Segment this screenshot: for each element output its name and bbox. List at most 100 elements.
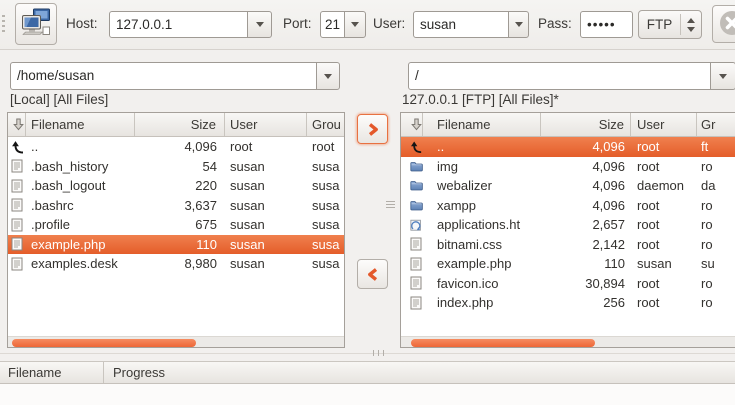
file-row[interactable]: favicon.ico30,894rootro bbox=[401, 274, 735, 294]
html-file-icon bbox=[401, 218, 423, 232]
local-status-label: [Local] [All Files] bbox=[10, 92, 108, 107]
port-label: Port: bbox=[283, 16, 312, 31]
user-column-header[interactable]: User bbox=[225, 113, 307, 136]
transfer-filename-column-header[interactable]: Filename bbox=[0, 362, 104, 383]
file-user: root bbox=[631, 139, 697, 154]
transfer-right-button[interactable] bbox=[357, 114, 388, 144]
user-column-header[interactable]: User bbox=[631, 113, 697, 136]
folder-icon bbox=[401, 160, 423, 173]
file-group: su bbox=[697, 256, 735, 271]
file-icon bbox=[8, 179, 26, 193]
file-size: 4,096 bbox=[541, 178, 631, 193]
file-size: 3,637 bbox=[135, 198, 225, 213]
remote-file-table: Filename Size User Gr ..4,096rootftimg4,… bbox=[400, 112, 735, 348]
group-column-header[interactable]: Gr bbox=[697, 113, 735, 136]
file-row[interactable]: xampp4,096rootro bbox=[401, 196, 735, 216]
sort-column-header[interactable] bbox=[401, 113, 423, 136]
chevron-down-icon bbox=[515, 22, 523, 31]
filename-column-header[interactable]: Filename bbox=[26, 113, 135, 136]
file-row[interactable]: ..4,096rootroot bbox=[8, 137, 344, 157]
file-group: ro bbox=[697, 198, 735, 213]
transfer-splitter-handle[interactable] bbox=[371, 350, 386, 356]
chevron-down-icon bbox=[351, 22, 359, 31]
local-path-dropdown-button[interactable] bbox=[316, 62, 340, 90]
file-row[interactable]: example.php110susansusa bbox=[8, 235, 344, 255]
remote-hscrollbar[interactable] bbox=[401, 336, 735, 347]
pane-splitter-handle[interactable] bbox=[386, 199, 395, 210]
file-row[interactable]: index.php256rootro bbox=[401, 293, 735, 313]
file-name: bitnami.css bbox=[423, 237, 541, 252]
chevron-right-icon bbox=[366, 122, 380, 137]
file-user: root bbox=[631, 237, 697, 252]
host-label: Host: bbox=[66, 16, 98, 31]
file-name: .bashrc bbox=[26, 198, 135, 213]
file-name: .. bbox=[423, 139, 541, 154]
file-group: susa bbox=[307, 256, 344, 271]
group-column-header[interactable]: Grou bbox=[307, 113, 344, 136]
host-dropdown-button[interactable] bbox=[247, 11, 272, 38]
protocol-selector[interactable]: FTP bbox=[638, 10, 702, 39]
pass-label: Pass: bbox=[538, 16, 572, 31]
file-size: 30,894 bbox=[541, 276, 631, 291]
spin-down-icon bbox=[687, 27, 695, 36]
transfer-left-button[interactable] bbox=[357, 259, 388, 289]
file-size: 4,096 bbox=[541, 139, 631, 154]
local-hscrollbar[interactable] bbox=[8, 336, 344, 347]
local-table-header: Filename Size User Grou bbox=[8, 113, 344, 137]
port-input[interactable]: 21 bbox=[320, 11, 345, 38]
transfer-progress-column-header[interactable]: Progress bbox=[104, 362, 165, 383]
user-input[interactable]: susan bbox=[413, 11, 509, 38]
sort-arrow-icon bbox=[411, 118, 422, 131]
user-label: User: bbox=[373, 16, 405, 31]
file-row[interactable]: .profile675susansusa bbox=[8, 215, 344, 235]
file-row[interactable]: example.php110susansu bbox=[401, 254, 735, 274]
file-name: index.php bbox=[423, 295, 541, 310]
file-name: example.php bbox=[423, 256, 541, 271]
filename-column-header[interactable]: Filename bbox=[423, 113, 541, 136]
user-dropdown-button[interactable] bbox=[508, 11, 529, 38]
spin-up-icon bbox=[687, 14, 695, 23]
remote-hscrollbar-thumb[interactable] bbox=[411, 339, 595, 347]
chevron-down-icon bbox=[324, 74, 332, 83]
file-name: webalizer bbox=[423, 178, 541, 193]
file-name: examples.desk bbox=[26, 256, 135, 271]
spinner-arrows[interactable] bbox=[681, 11, 701, 38]
horizontal-divider bbox=[0, 353, 735, 354]
file-row[interactable]: webalizer4,096daemonda bbox=[401, 176, 735, 196]
file-size: 8,980 bbox=[135, 256, 225, 271]
size-column-header[interactable]: Size bbox=[135, 113, 225, 136]
file-group: susa bbox=[307, 217, 344, 232]
size-column-header[interactable]: Size bbox=[541, 113, 631, 136]
file-row[interactable]: .bashrc3,637susansusa bbox=[8, 196, 344, 216]
file-group: da bbox=[697, 178, 735, 193]
chevron-left-icon bbox=[366, 267, 380, 282]
port-dropdown-button[interactable] bbox=[344, 11, 366, 38]
host-input[interactable]: 127.0.0.1 bbox=[109, 11, 248, 38]
local-file-table: Filename Size User Grou ..4,096rootroot.… bbox=[7, 112, 345, 348]
file-size: 4,096 bbox=[135, 139, 225, 154]
toolbar-grip[interactable] bbox=[2, 15, 5, 35]
file-row[interactable]: img4,096rootro bbox=[401, 157, 735, 177]
file-row[interactable]: ..4,096rootft bbox=[401, 137, 735, 157]
password-input[interactable]: ••••• bbox=[580, 11, 633, 38]
local-path-combo: /home/susan bbox=[10, 62, 340, 90]
remote-path-input[interactable]: / bbox=[408, 62, 711, 90]
connect-button[interactable] bbox=[15, 3, 57, 45]
remote-path-dropdown-button[interactable] bbox=[710, 62, 735, 90]
parent-icon bbox=[401, 140, 423, 154]
file-name: .bash_logout bbox=[26, 178, 135, 193]
file-row[interactable]: bitnami.css2,142rootro bbox=[401, 235, 735, 255]
file-group: susa bbox=[307, 178, 344, 193]
local-hscrollbar-thumb[interactable] bbox=[12, 339, 196, 347]
local-path-input[interactable]: /home/susan bbox=[10, 62, 317, 90]
disconnect-button[interactable] bbox=[712, 5, 735, 43]
file-row[interactable]: .bash_history54susansusa bbox=[8, 157, 344, 177]
file-row[interactable]: .bash_logout220susansusa bbox=[8, 176, 344, 196]
file-row[interactable]: applications.ht2,657rootro bbox=[401, 215, 735, 235]
file-row[interactable]: examples.desk8,980susansusa bbox=[8, 254, 344, 274]
file-name: example.php bbox=[26, 237, 135, 252]
toolbar: Host: 127.0.0.1 Port: 21 User: susan Pas… bbox=[0, 0, 735, 50]
sort-column-header[interactable] bbox=[8, 113, 26, 136]
file-group: ro bbox=[697, 159, 735, 174]
file-size: 2,657 bbox=[541, 217, 631, 232]
